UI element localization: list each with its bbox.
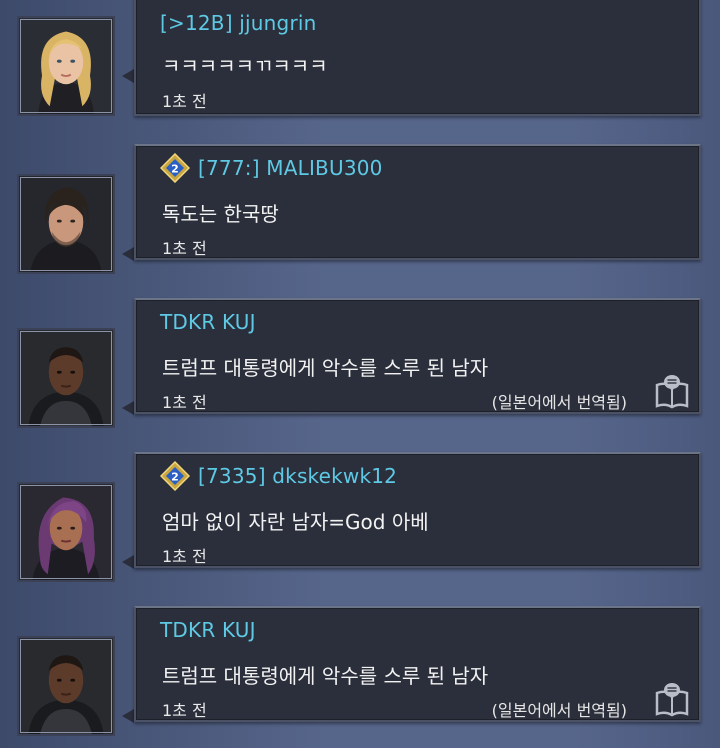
- bubble-tail: [122, 69, 134, 83]
- dark-skinned-male-portrait-icon: [19, 638, 113, 734]
- sender-name[interactable]: [>12B] jjungrin: [160, 11, 317, 35]
- message-time: 1초 전: [162, 701, 207, 720]
- badge-number: 2: [171, 471, 179, 484]
- translated-label: (일본어에서 번역됨): [491, 701, 627, 720]
- message-text: ㅋㅋㅋㅋㅋㄲㅋㅋㅋ: [162, 54, 328, 78]
- message-time: 1초 전: [162, 547, 207, 566]
- bubble-tail: [122, 247, 134, 261]
- message-bubble[interactable]: 2 [777:] MALIBU300 독도는 한국땅 1초 전: [134, 144, 701, 260]
- message-time: 1초 전: [162, 239, 207, 258]
- message-time: 1초 전: [162, 393, 207, 412]
- chat-message: 2 [777:] MALIBU300 독도는 한국땅 1초 전: [0, 144, 720, 276]
- chat-message: 2 [7335] dkskekwk12 엄마 없이 자란 남자=God 아베 1…: [0, 452, 720, 584]
- avatar[interactable]: [17, 636, 115, 736]
- sender-name[interactable]: [7335] dkskekwk12: [198, 464, 397, 488]
- bubble-tail: [122, 709, 134, 723]
- blonde-female-portrait-icon: [19, 18, 113, 114]
- bubble-tail: [122, 555, 134, 569]
- avatar[interactable]: [17, 16, 115, 116]
- translate-book-icon[interactable]: [655, 373, 689, 409]
- sender-name[interactable]: [777:] MALIBU300: [198, 156, 383, 180]
- message-bubble[interactable]: TDKR KUJ 트럼프 대통령에게 악수를 스루 된 남자 1초 전 (일본어…: [134, 606, 701, 722]
- dark-skinned-male-portrait-icon: [19, 330, 113, 426]
- bubble-tail: [122, 401, 134, 415]
- chat-message: TDKR KUJ 트럼프 대통령에게 악수를 스루 된 남자 1초 전 (일본어…: [0, 298, 720, 430]
- message-text: 엄마 없이 자란 남자=God 아베: [162, 510, 429, 534]
- chat-message: [>12B] jjungrin ㅋㅋㅋㅋㅋㄲㅋㅋㅋ 1초 전: [0, 0, 720, 116]
- sender-row: 2 [7335] dkskekwk12: [160, 459, 397, 493]
- avatar[interactable]: [17, 482, 115, 582]
- translated-label: (일본어에서 번역됨): [491, 393, 627, 412]
- sender-name[interactable]: TDKR KUJ: [160, 618, 256, 642]
- message-text: 트럼프 대통령에게 악수를 스루 된 남자: [162, 664, 489, 688]
- message-text: 트럼프 대통령에게 악수를 스루 된 남자: [162, 356, 489, 380]
- sender-row: [>12B] jjungrin: [160, 6, 317, 40]
- chat-message: TDKR KUJ 트럼프 대통령에게 악수를 스루 된 남자 1초 전 (일본어…: [0, 606, 720, 738]
- badge-number: 2: [171, 163, 179, 176]
- avatar[interactable]: [17, 328, 115, 428]
- message-bubble[interactable]: [>12B] jjungrin ㅋㅋㅋㅋㅋㄲㅋㅋㅋ 1초 전: [134, 0, 701, 116]
- message-bubble[interactable]: TDKR KUJ 트럼프 대통령에게 악수를 스루 된 남자 1초 전 (일본어…: [134, 298, 701, 414]
- sender-name[interactable]: TDKR KUJ: [160, 310, 256, 334]
- dark-haired-male-portrait-icon: [19, 176, 113, 272]
- rank-badge-icon: 2: [160, 153, 190, 183]
- message-bubble[interactable]: 2 [7335] dkskekwk12 엄마 없이 자란 남자=God 아베 1…: [134, 452, 701, 568]
- avatar[interactable]: [17, 174, 115, 274]
- translate-book-icon[interactable]: [655, 681, 689, 717]
- message-time: 1초 전: [162, 92, 207, 111]
- sender-row: TDKR KUJ: [160, 613, 256, 647]
- message-text: 독도는 한국땅: [162, 202, 279, 226]
- purple-haired-female-portrait-icon: [19, 484, 113, 580]
- sender-row: TDKR KUJ: [160, 305, 256, 339]
- rank-badge-icon: 2: [160, 461, 190, 491]
- sender-row: 2 [777:] MALIBU300: [160, 151, 383, 185]
